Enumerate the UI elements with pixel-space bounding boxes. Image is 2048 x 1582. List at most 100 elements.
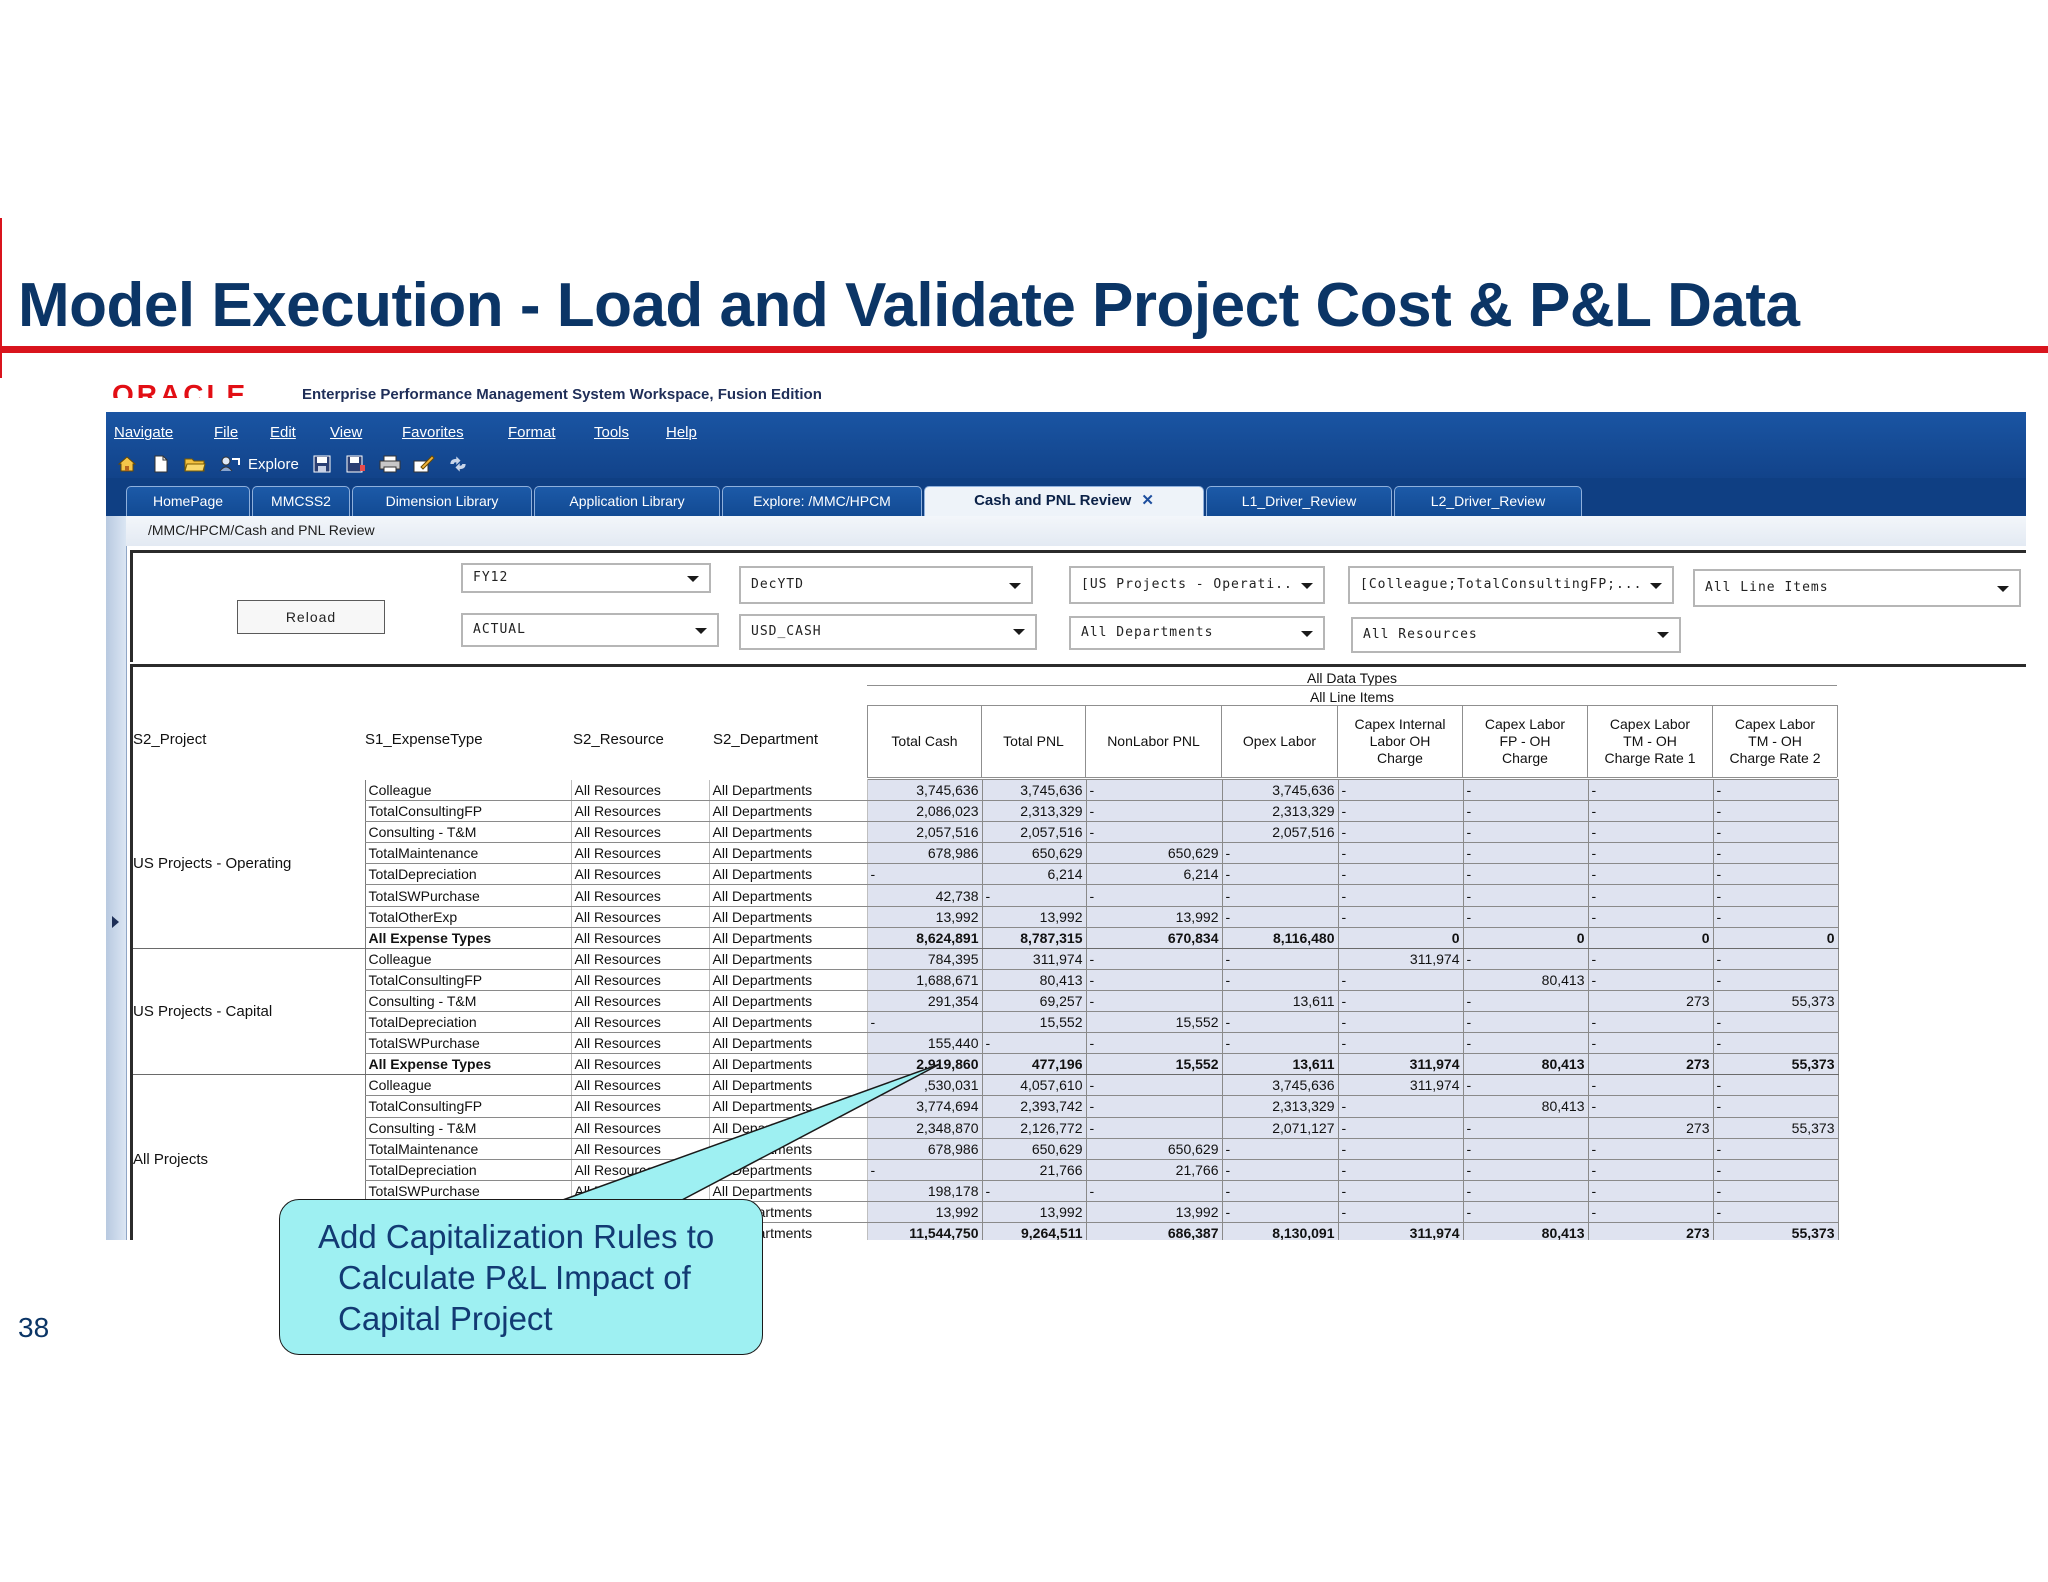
department-cell[interactable]: All Departments [708, 1032, 868, 1055]
department-cell[interactable]: All Departments [708, 1074, 868, 1097]
tab-explore-mmc-hpcm[interactable]: Explore: /MMC/HPCM [722, 486, 922, 516]
save-as-icon[interactable] [345, 454, 367, 474]
expense-type-cell[interactable]: TotalDepreciation [364, 1011, 572, 1034]
explore-label[interactable]: Explore [248, 456, 299, 473]
value-cell[interactable]: - [1587, 800, 1714, 823]
expense-type-cell[interactable]: TotalDepreciation [364, 863, 572, 886]
value-cell[interactable]: 650,629 [1085, 842, 1223, 865]
expense-type-cell[interactable]: TotalConsultingFP [364, 969, 572, 991]
value-cell[interactable]: - [1085, 821, 1223, 844]
value-cell[interactable]: - [1462, 1116, 1589, 1139]
value-cell[interactable]: - [1462, 884, 1589, 907]
menu-format[interactable]: Format [508, 424, 556, 441]
value-cell[interactable]: - [1085, 1074, 1223, 1097]
value-cell[interactable]: - [1587, 884, 1714, 907]
collapse-rail[interactable] [106, 516, 127, 1240]
resource-cell[interactable]: All Resources [570, 1074, 710, 1097]
value-cell[interactable]: 15,552 [1085, 1011, 1223, 1034]
department-cell[interactable]: All Departments [708, 863, 868, 886]
expense-type-cell[interactable]: All Expense Types [364, 927, 572, 949]
value-cell[interactable]: - [1337, 778, 1464, 802]
value-cell[interactable]: - [1337, 863, 1464, 886]
value-cell[interactable]: - [866, 1011, 983, 1034]
value-cell[interactable]: ,530,031 [866, 1074, 983, 1097]
tab-l1-driver-review[interactable]: L1_Driver_Review [1206, 486, 1392, 516]
value-cell[interactable]: - [1712, 1200, 1839, 1223]
value-cell[interactable]: - [1085, 1179, 1223, 1202]
value-cell[interactable]: 69,257 [981, 989, 1087, 1013]
value-cell[interactable]: - [1337, 1137, 1464, 1160]
value-cell[interactable]: 2,057,516 [981, 821, 1087, 844]
value-cell[interactable]: 8,116,480 [1221, 926, 1339, 949]
value-cell[interactable]: - [1462, 778, 1589, 802]
value-cell[interactable]: - [1587, 842, 1714, 865]
value-cell[interactable]: - [1587, 1074, 1714, 1097]
value-cell[interactable]: - [1085, 947, 1223, 970]
value-cell[interactable]: - [1587, 968, 1714, 991]
expense-type-cell[interactable]: TotalConsultingFP [364, 800, 572, 823]
resource-cell[interactable]: All Resources [570, 1032, 710, 1055]
value-cell[interactable]: 686,387 [1085, 1221, 1223, 1240]
value-cell[interactable]: 2,086,023 [866, 800, 983, 823]
department-cell[interactable]: All Departments [708, 969, 868, 991]
expense-type-cell[interactable]: TotalOtherExp [364, 906, 572, 928]
department-cell[interactable]: All Departments [708, 1011, 868, 1034]
department-cell[interactable]: All Departments [708, 779, 868, 802]
value-cell[interactable]: 311,974 [1337, 947, 1464, 970]
value-cell[interactable]: - [1712, 1011, 1839, 1034]
resource-cell[interactable]: All Resources [570, 842, 710, 865]
value-cell[interactable]: 273 [1587, 1053, 1714, 1076]
print-icon[interactable] [379, 454, 401, 474]
expense-type-cell[interactable]: TotalSWPurchase [364, 884, 572, 907]
value-cell[interactable]: 2,057,516 [1221, 821, 1339, 844]
value-cell[interactable]: 0 [1462, 926, 1589, 949]
value-cell[interactable]: 2,057,516 [866, 821, 983, 844]
menu-edit[interactable]: Edit [270, 424, 296, 441]
value-cell[interactable]: - [1085, 1032, 1223, 1055]
value-cell[interactable]: 13,992 [1085, 905, 1223, 928]
value-cell[interactable]: - [1462, 989, 1589, 1013]
value-cell[interactable]: - [1221, 1011, 1339, 1034]
value-cell[interactable]: 650,629 [981, 842, 1087, 865]
tab-homepage[interactable]: HomePage [126, 486, 250, 516]
value-cell[interactable]: - [1085, 884, 1223, 907]
value-cell[interactable]: 0 [1587, 926, 1714, 949]
value-cell[interactable]: - [1587, 1137, 1714, 1160]
value-cell[interactable]: 198,178 [866, 1179, 983, 1202]
value-cell[interactable]: - [1221, 842, 1339, 865]
value-cell[interactable]: 2,393,742 [981, 1095, 1087, 1118]
value-cell[interactable]: - [1337, 1032, 1464, 1055]
value-cell[interactable]: 273 [1587, 1221, 1714, 1240]
project-dropdown[interactable]: [US Projects - Operati.. [1069, 566, 1325, 604]
resource-cell[interactable]: All Resources [570, 800, 710, 823]
value-cell[interactable]: 311,974 [1337, 1221, 1464, 1240]
value-cell[interactable]: 8,787,315 [981, 926, 1087, 949]
value-cell[interactable]: 311,974 [1337, 1074, 1464, 1097]
edit-icon[interactable] [413, 454, 435, 474]
department-dropdown[interactable]: All Departments [1069, 616, 1325, 650]
expense-type-cell[interactable]: TotalMaintenance [364, 842, 572, 865]
department-cell[interactable]: All Departments [708, 1095, 868, 1118]
expense-type-cell[interactable]: Consulting - T&M [364, 1117, 572, 1139]
value-cell[interactable]: 42,738 [866, 884, 983, 907]
menu-favorites[interactable]: Favorites [402, 424, 464, 441]
value-cell[interactable]: - [1587, 1032, 1714, 1055]
value-cell[interactable]: 155,440 [866, 1032, 983, 1055]
menu-view[interactable]: View [330, 424, 362, 441]
value-cell[interactable]: - [1712, 821, 1839, 844]
value-cell[interactable]: - [1221, 1179, 1339, 1202]
value-cell[interactable]: - [1712, 1095, 1839, 1118]
resource-cell[interactable]: All Resources [570, 1053, 710, 1076]
new-document-icon[interactable] [150, 454, 172, 474]
value-cell[interactable]: - [866, 863, 983, 886]
value-cell[interactable]: - [1462, 1179, 1589, 1202]
department-cell[interactable]: All Departments [708, 948, 868, 970]
value-cell[interactable]: - [1462, 1200, 1589, 1223]
resource-cell[interactable]: All Resources [570, 1138, 710, 1160]
value-cell[interactable]: 2,126,772 [981, 1116, 1087, 1139]
value-cell[interactable]: - [1587, 778, 1714, 802]
value-cell[interactable]: - [1221, 968, 1339, 991]
value-cell[interactable]: - [1587, 1095, 1714, 1118]
expense-type-cell[interactable]: Consulting - T&M [364, 990, 572, 1013]
value-cell[interactable]: 678,986 [866, 842, 983, 865]
